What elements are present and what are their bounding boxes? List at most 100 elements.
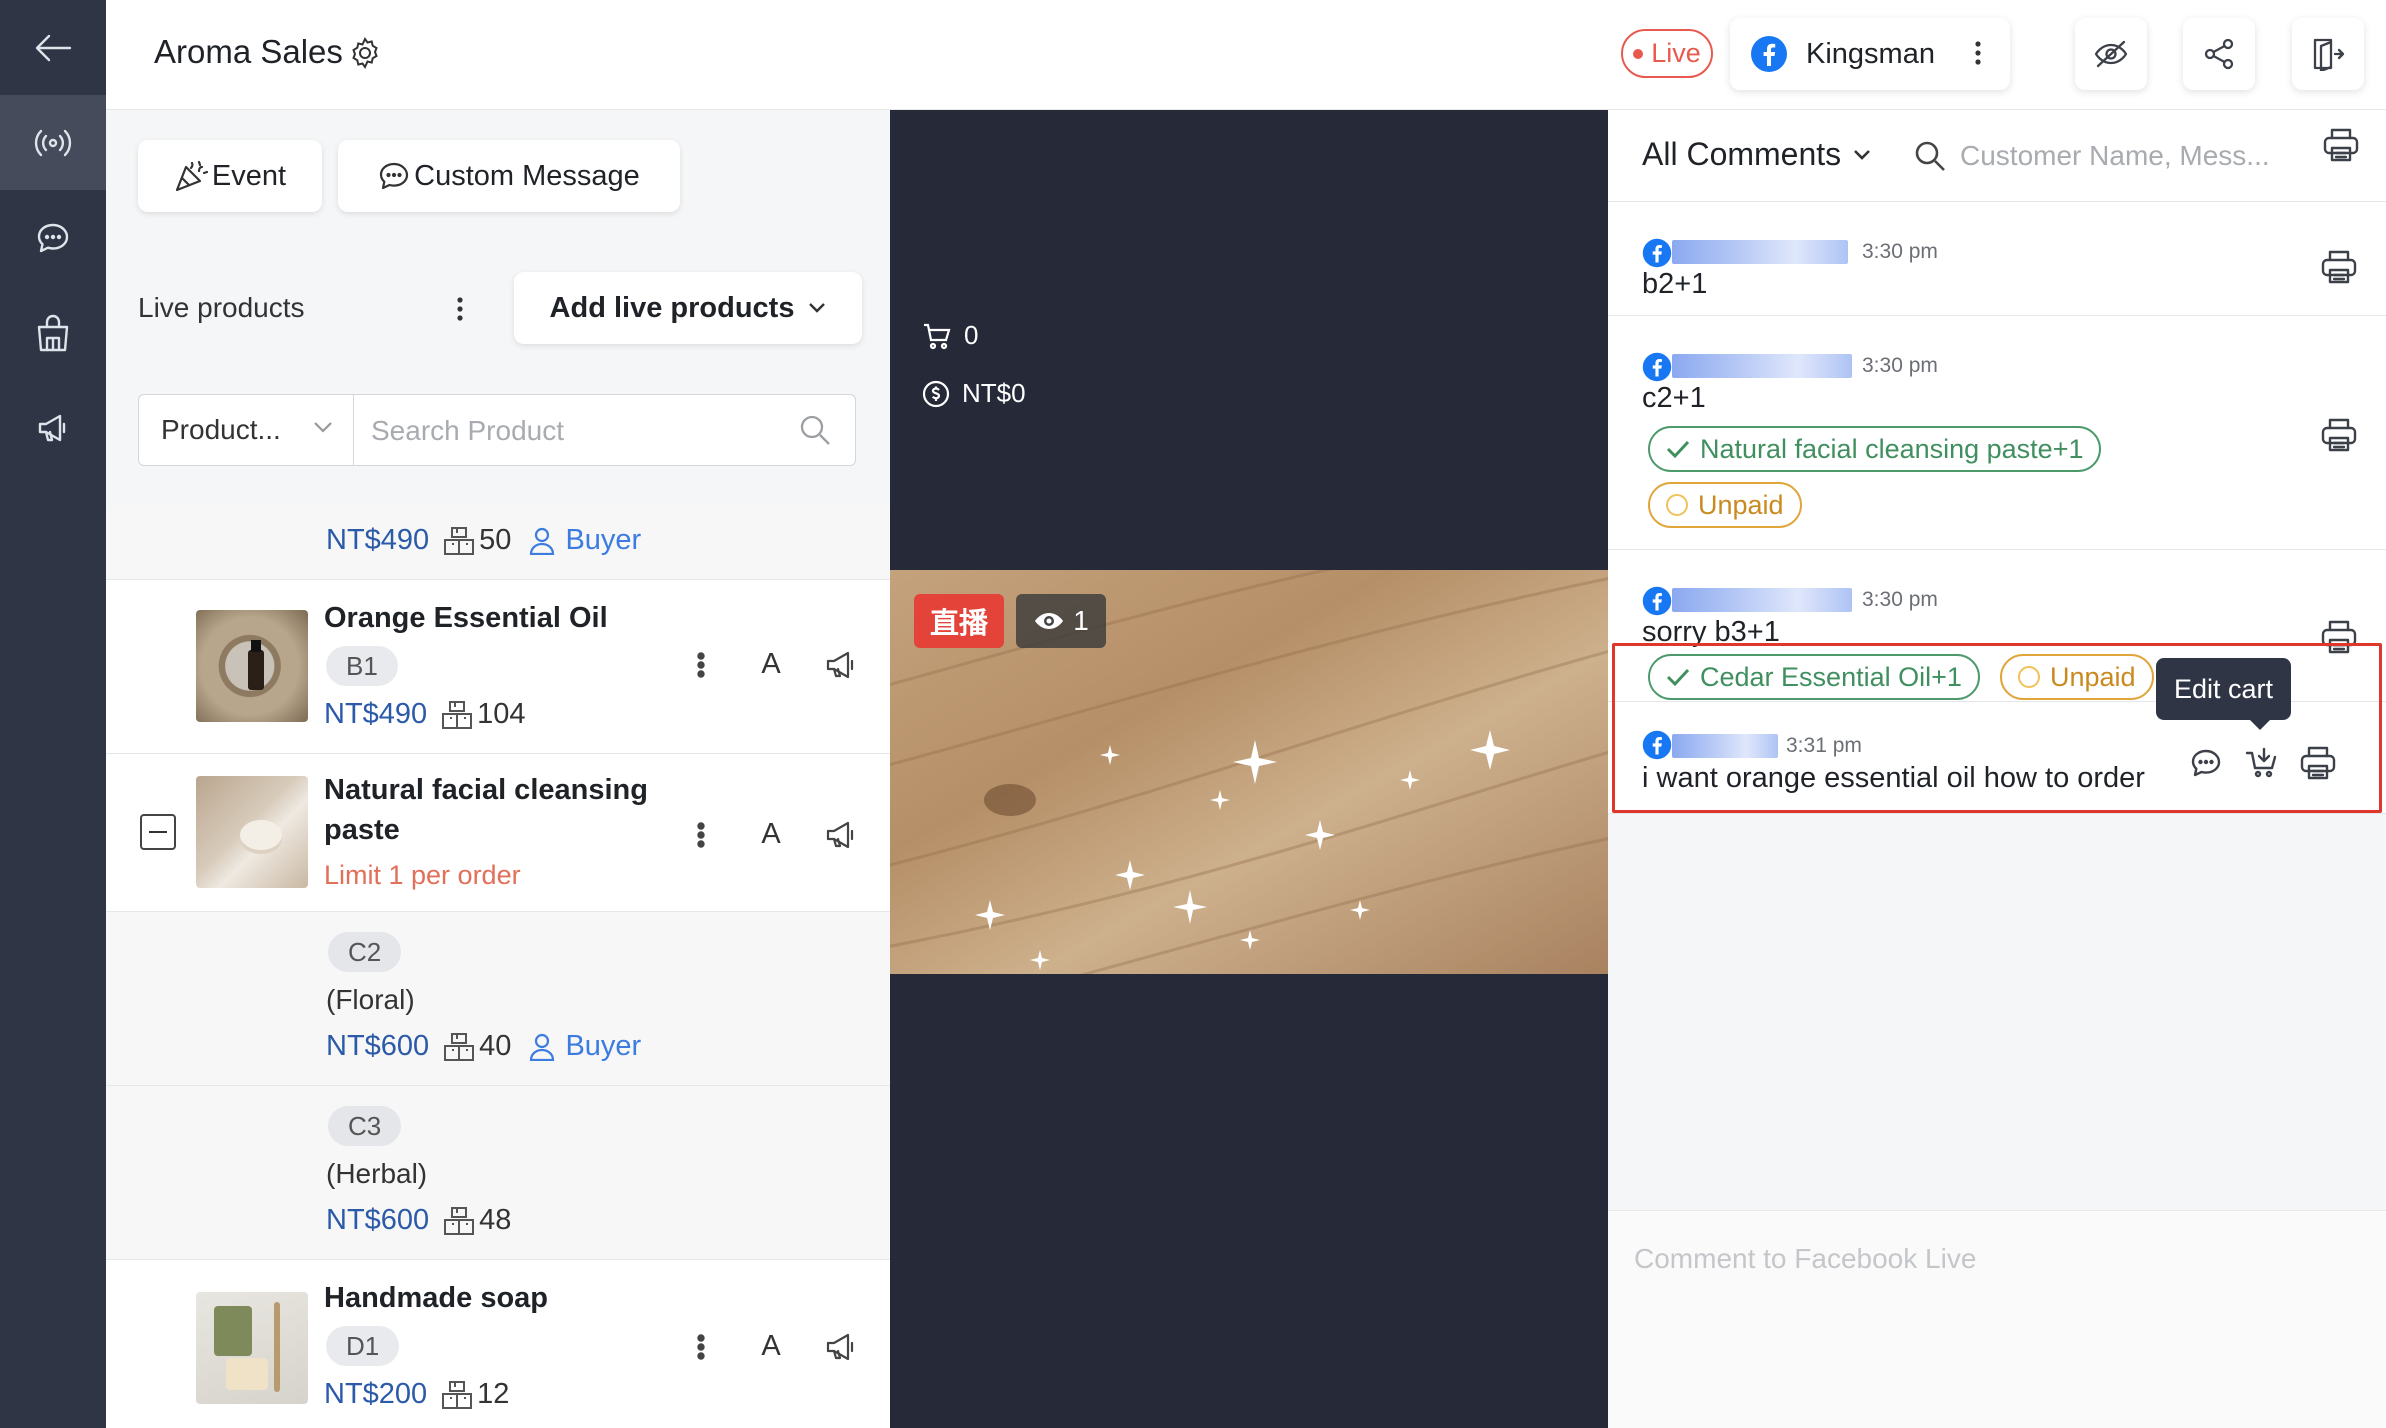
broadcast-icon bbox=[34, 129, 72, 156]
exit-live-button[interactable] bbox=[2292, 18, 2364, 90]
revenue-stat: NT$0 bbox=[922, 378, 1026, 409]
product-actions: A bbox=[666, 648, 876, 681]
commenter-name-blurred bbox=[1672, 588, 1852, 612]
list-item: NT$490 50 Buyer bbox=[106, 506, 890, 580]
add-live-products-button[interactable]: Add live products bbox=[514, 272, 862, 344]
live-indicator-tag: 直播 bbox=[914, 594, 1004, 648]
buyer-link[interactable]: Buyer bbox=[529, 1030, 641, 1063]
comment-search-input[interactable]: Customer Name, Mess... bbox=[1960, 140, 2270, 172]
variant-stock: 48 bbox=[479, 1204, 512, 1236]
comment-input-area[interactable]: Comment to Facebook Live bbox=[1608, 1210, 2386, 1428]
product-name-line2: paste bbox=[324, 814, 400, 846]
product-announce-button[interactable] bbox=[806, 1333, 876, 1361]
boxes-icon bbox=[442, 1380, 473, 1409]
product-search-input[interactable]: Search Product bbox=[371, 415, 564, 447]
pending-icon bbox=[1666, 494, 1688, 516]
product-more-button[interactable] bbox=[666, 651, 736, 678]
product-stock: 12 bbox=[477, 1378, 510, 1410]
product-actions: A bbox=[666, 818, 876, 851]
back-button[interactable] bbox=[0, 0, 106, 95]
print-all-button[interactable] bbox=[2322, 126, 2360, 169]
hide-comments-button[interactable] bbox=[2075, 18, 2147, 90]
live-video-frame[interactable]: 直播 1 bbox=[890, 570, 1608, 974]
product-row-handmade-soap[interactable]: Handmade soap D1 NT$200 12 A bbox=[106, 1260, 890, 1428]
comment-item[interactable]: 3:30 pm c2+1 Natural facial cleansing pa… bbox=[1608, 316, 2386, 550]
payment-status-tag: Unpaid bbox=[1648, 482, 1802, 528]
settings-button[interactable] bbox=[348, 36, 382, 75]
variant-row-c2[interactable]: C2 (Floral) NT$600 40 Buyer bbox=[106, 912, 890, 1086]
order-item-tag[interactable]: Natural facial cleansing paste+1 bbox=[1648, 426, 2102, 472]
category-select-value: Product... bbox=[161, 414, 281, 445]
print-comment-button[interactable] bbox=[2320, 248, 2358, 291]
chevron-down-icon bbox=[314, 422, 332, 433]
account-selector[interactable]: Kingsman bbox=[1730, 18, 2010, 90]
variant-sku: C2 bbox=[328, 932, 402, 972]
product-more-button[interactable] bbox=[666, 821, 736, 848]
cart-icon bbox=[924, 323, 951, 349]
product-sku: D1 bbox=[326, 1326, 400, 1366]
buyer-label: Buyer bbox=[565, 524, 642, 556]
dollar-icon bbox=[922, 380, 950, 407]
product-row-facial-paste[interactable]: Natural facial cleansing paste Limit 1 p… bbox=[106, 754, 890, 912]
commenter-name-blurred bbox=[1672, 354, 1852, 378]
more-vertical-icon bbox=[697, 1333, 705, 1360]
product-name: Orange Essential Oil bbox=[324, 602, 608, 634]
product-more-button[interactable] bbox=[666, 1333, 736, 1360]
nav-live-broadcast[interactable] bbox=[0, 95, 106, 190]
search-icon[interactable] bbox=[799, 414, 831, 446]
nav-store[interactable] bbox=[0, 285, 106, 380]
event-button[interactable]: Event bbox=[138, 140, 322, 212]
facebook-icon bbox=[1642, 352, 1672, 382]
collapse-variants-button[interactable] bbox=[140, 814, 176, 850]
product-thumbnail bbox=[196, 1292, 308, 1404]
buyer-link[interactable]: Buyer bbox=[529, 524, 641, 557]
live-sales-app: Aroma Sales Live Kingsman Event Custom M… bbox=[0, 0, 2386, 1428]
variant-price: NT$600 bbox=[326, 1204, 430, 1236]
boxes-icon bbox=[442, 700, 473, 729]
product-row-orange-oil[interactable]: Orange Essential Oil B1 NT$490 104 A bbox=[106, 580, 890, 754]
live-dot bbox=[1633, 48, 1644, 59]
variant-sku: C3 bbox=[328, 1106, 402, 1146]
comment-time: 3:30 pm bbox=[1862, 354, 1938, 377]
nav-rail bbox=[0, 0, 106, 1428]
product-announce-button[interactable] bbox=[806, 821, 876, 849]
variant-price: NT$490 bbox=[326, 524, 430, 556]
live-products-more-button[interactable] bbox=[456, 296, 464, 327]
megaphone-icon bbox=[38, 414, 66, 441]
order-item-label: Natural facial cleansing paste+1 bbox=[1700, 433, 2084, 464]
variant-price: NT$600 bbox=[326, 1030, 430, 1062]
live-status-label: Live bbox=[1651, 38, 1701, 68]
nav-messages[interactable] bbox=[0, 190, 106, 285]
comment-filter-dropdown[interactable]: All Comments bbox=[1642, 136, 1871, 173]
variant-row-c3[interactable]: C3 (Herbal) NT$600 48 bbox=[106, 1086, 890, 1260]
more-vertical-icon bbox=[1975, 41, 1981, 65]
party-icon bbox=[175, 160, 208, 192]
search-icon bbox=[1915, 141, 1945, 171]
megaphone-icon bbox=[826, 821, 854, 848]
product-keyword-button[interactable]: A bbox=[736, 818, 806, 851]
boxes-icon bbox=[444, 1032, 475, 1061]
account-more-button[interactable] bbox=[1974, 40, 1982, 71]
chevron-down-icon bbox=[809, 303, 826, 313]
custom-message-label: Custom Message bbox=[414, 159, 640, 192]
product-keyword-button[interactable]: A bbox=[736, 1330, 806, 1363]
print-comment-button[interactable] bbox=[2320, 416, 2358, 459]
comment-item[interactable]: 3:30 pm b2+1 bbox=[1608, 202, 2386, 316]
product-keyword-button[interactable]: A bbox=[736, 648, 806, 681]
back-arrow-icon bbox=[35, 34, 72, 61]
more-vertical-icon bbox=[697, 821, 705, 848]
account-name: Kingsman bbox=[1806, 37, 1935, 70]
product-announce-button[interactable] bbox=[806, 651, 876, 679]
custom-message-button[interactable]: Custom Message bbox=[338, 140, 680, 212]
share-button[interactable] bbox=[2183, 18, 2255, 90]
comment-text: b2+1 bbox=[1642, 268, 1708, 300]
share-icon bbox=[2204, 38, 2234, 70]
comment-filter-label: All Comments bbox=[1642, 136, 1842, 172]
top-header: Aroma Sales Live Kingsman bbox=[106, 0, 2386, 110]
eye-icon bbox=[1035, 613, 1064, 629]
product-category-select[interactable]: Product... bbox=[139, 395, 354, 465]
more-vertical-icon bbox=[457, 297, 463, 321]
chat-icon bbox=[380, 162, 409, 190]
megaphone-icon bbox=[826, 651, 854, 678]
nav-campaigns[interactable] bbox=[0, 380, 106, 475]
